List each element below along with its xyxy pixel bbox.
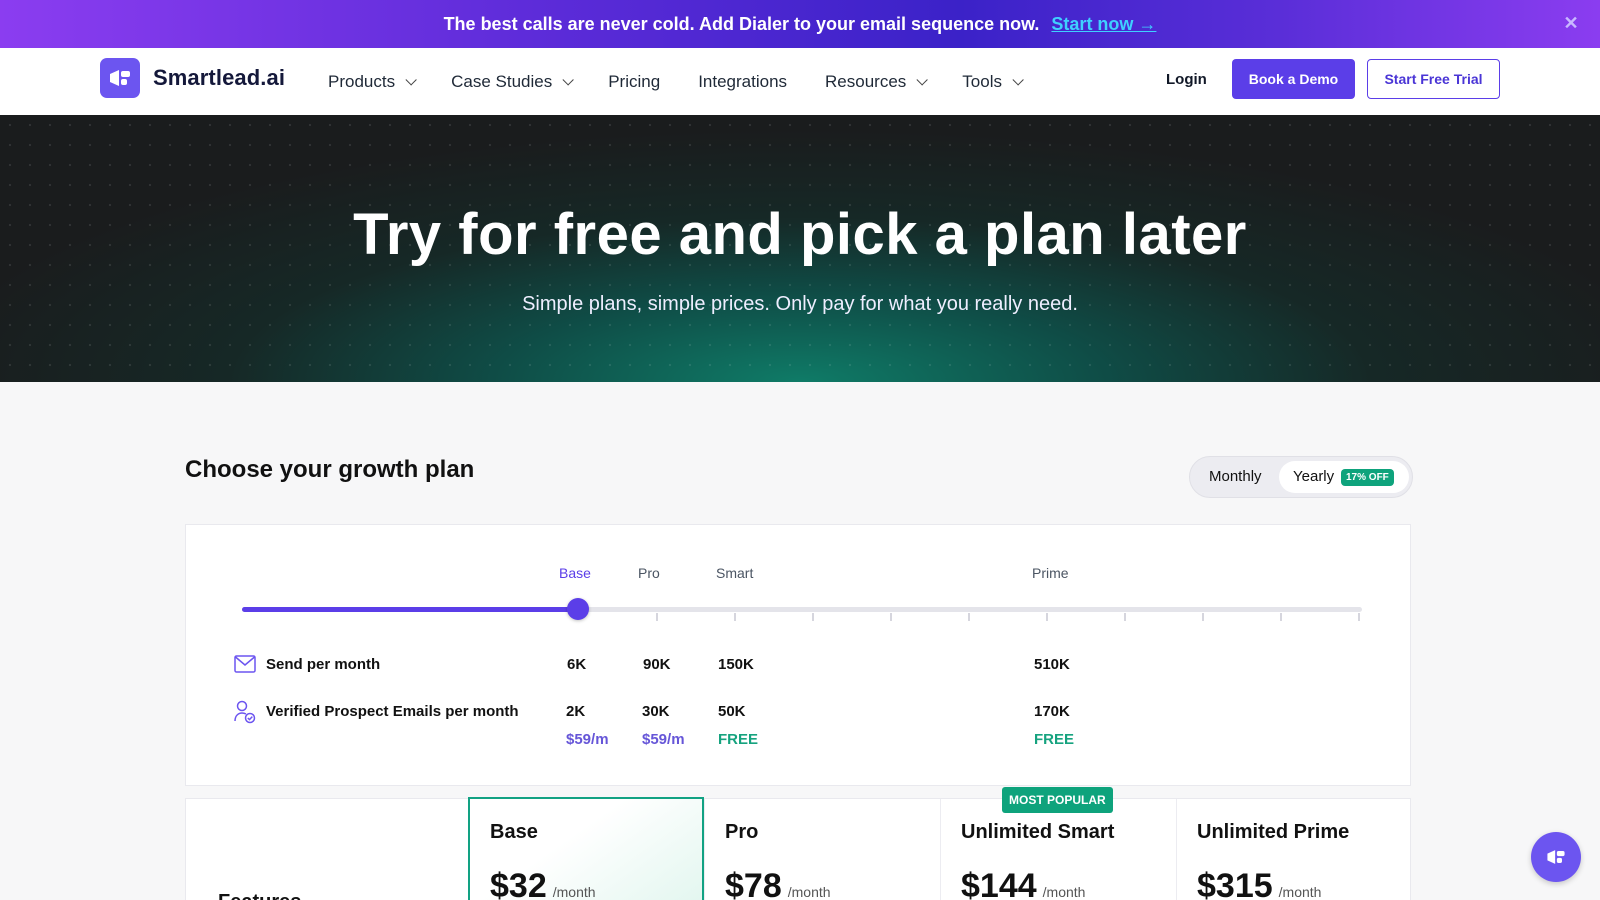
plan-price-period: /month [1278, 884, 1322, 900]
menu-label: Products [328, 71, 396, 91]
slider-tick [734, 613, 736, 621]
plan-price-period: /month [787, 884, 831, 900]
send-value-pro: 90K [643, 656, 671, 673]
plan-price-amount: $32 [490, 867, 547, 900]
slider-tick [1046, 613, 1048, 621]
plan-price: $144/month [961, 867, 1085, 900]
billing-monthly-option[interactable]: Monthly [1209, 468, 1262, 485]
tier-label-smart[interactable]: Smart [716, 565, 753, 581]
slider-fill [242, 607, 578, 612]
menu-label: Tools [962, 71, 1002, 91]
close-icon[interactable]: ✕ [1560, 12, 1582, 34]
verified-value-base: 2K [566, 703, 586, 720]
send-value-prime: 510K [1034, 656, 1070, 673]
slider-tick [1358, 613, 1360, 621]
chevron-down-icon [1012, 73, 1024, 86]
plan-card-unlimited-prime[interactable]: Unlimited Prime $315/month [1176, 799, 1412, 900]
book-demo-button[interactable]: Book a Demo [1232, 59, 1355, 99]
menu-item-resources[interactable]: Resources [825, 71, 929, 92]
menu-item-pricing[interactable]: Pricing [608, 72, 660, 92]
start-free-trial-button[interactable]: Start Free Trial [1367, 59, 1500, 99]
hero-section: Try for free and pick a plan later Simpl… [0, 115, 1600, 382]
main-menu: Products Case Studies Pricing Integratio… [328, 48, 1058, 115]
plan-price-amount: $144 [961, 867, 1037, 900]
send-per-month-label: Send per month [266, 656, 381, 673]
slider-tick [812, 613, 814, 621]
chevron-down-icon [562, 73, 574, 86]
logo-icon [100, 58, 140, 98]
price-prime: FREE [1034, 731, 1075, 748]
verified-emails-label: Verified Prospect Emails per month [266, 703, 519, 720]
menu-label: Pricing [608, 71, 661, 91]
plan-card-pro[interactable]: Pro $78/month [704, 799, 940, 900]
plan-price-period: /month [1042, 884, 1086, 900]
chat-icon [1547, 850, 1565, 864]
slider-track[interactable] [242, 607, 1362, 612]
menu-label: Integrations [698, 71, 788, 91]
price-smart: FREE [718, 731, 759, 748]
plan-name: Pro [725, 821, 759, 843]
tier-label-pro[interactable]: Pro [638, 565, 660, 581]
price-base: $59/m [566, 731, 609, 748]
plan-card-base[interactable]: Base $32/month [468, 797, 704, 900]
send-value-base: 6K [567, 656, 587, 673]
menu-item-case-studies[interactable]: Case Studies [451, 71, 574, 92]
tier-label-base[interactable]: Base [559, 565, 591, 581]
user-check-icon [234, 700, 256, 729]
announcement-text: The best calls are never cold. Add Diale… [443, 13, 1040, 34]
brand-name: Smartlead.ai [153, 65, 286, 90]
slider-tick [1202, 613, 1204, 621]
discount-badge: 17% OFF [1341, 469, 1394, 486]
plan-price-amount: $78 [725, 867, 782, 900]
slider-tick [1124, 613, 1126, 621]
plan-price-period: /month [552, 884, 596, 900]
hero-title: Try for free and pick a plan later [353, 202, 1247, 267]
volume-slider-card: Base Pro Smart Prime Send per month 6K 9… [185, 524, 1411, 786]
billing-yearly-label: Yearly [1293, 468, 1335, 485]
chevron-down-icon [916, 73, 929, 86]
billing-yearly-option[interactable]: Yearly 17% OFF [1279, 461, 1409, 493]
slider-tick [968, 613, 970, 621]
chat-widget-button[interactable] [1531, 832, 1581, 882]
plan-price: $315/month [1197, 867, 1321, 900]
hero-subtitle: Simple plans, simple prices. Only pay fo… [522, 293, 1078, 315]
plan-card-unlimited-smart[interactable]: Unlimited Smart $144/month [940, 799, 1176, 900]
plan-name: Unlimited Prime [1197, 821, 1350, 843]
plans-comparison: Features Base $32/month Pro $78/month Un… [185, 787, 1412, 900]
most-popular-badge: MOST POPULAR [1002, 787, 1113, 813]
menu-item-products[interactable]: Products [328, 71, 417, 92]
login-link[interactable]: Login [1166, 71, 1207, 88]
plan-name: Base [490, 821, 538, 843]
slider-tick [890, 613, 892, 621]
top-navigation: Smartlead.ai Products Case Studies Prici… [0, 48, 1600, 115]
announcement-bar: The best calls are never cold. Add Diale… [0, 0, 1600, 48]
slider-handle[interactable] [567, 598, 589, 620]
mail-icon [234, 655, 256, 678]
price-pro: $59/m [642, 731, 685, 748]
plan-price-amount: $315 [1197, 867, 1273, 900]
plan-name: Unlimited Smart [961, 821, 1115, 843]
announcement-cta-link[interactable]: Start now → [1051, 14, 1156, 35]
brand-logo[interactable]: Smartlead.ai [100, 58, 285, 98]
plan-price: $32/month [490, 867, 596, 900]
verified-value-prime: 170K [1034, 703, 1070, 720]
menu-label: Resources [825, 71, 907, 91]
plan-price: $78/month [725, 867, 831, 900]
chevron-down-icon [405, 73, 417, 86]
plans-section-title: Choose your growth plan [185, 456, 475, 483]
features-heading: Features [218, 891, 301, 900]
slider-tick [1280, 613, 1282, 621]
send-value-smart: 150K [718, 656, 754, 673]
menu-item-integrations[interactable]: Integrations [698, 72, 787, 92]
tier-label-prime[interactable]: Prime [1032, 565, 1069, 581]
billing-toggle: Monthly Yearly 17% OFF [1189, 456, 1413, 498]
menu-item-tools[interactable]: Tools [962, 71, 1024, 92]
menu-label: Case Studies [451, 71, 553, 91]
slider-tick [656, 613, 658, 621]
verified-value-pro: 30K [642, 703, 670, 720]
verified-value-smart: 50K [718, 703, 746, 720]
